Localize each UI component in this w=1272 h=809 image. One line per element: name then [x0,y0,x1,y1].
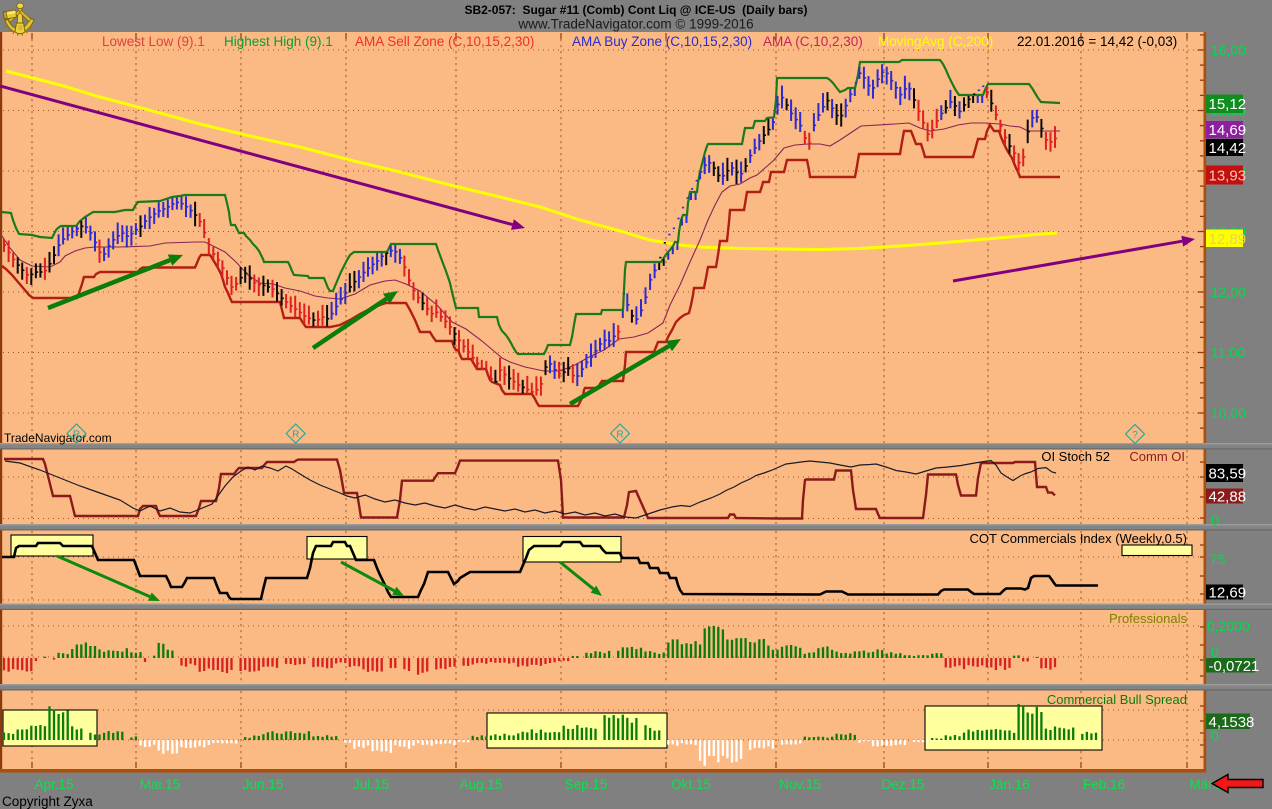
svg-text:22.01.2016 = 14,42 (-0,03): 22.01.2016 = 14,42 (-0,03) [1017,34,1177,49]
svg-text:Jän.16: Jän.16 [989,777,1030,792]
svg-text:16,00: 16,00 [1211,42,1246,58]
svg-text:Jul.15: Jul.15 [353,777,389,792]
svg-text:SB2-057: Sugar #11 (Comb) Con: SB2-057: Sugar #11 (Comb) Cont Liq @ ICE… [464,3,807,17]
svg-text:R: R [292,430,299,441]
svg-text:Okt.15: Okt.15 [671,777,711,792]
svg-text:MovingAvg (C,200): MovingAvg (C,200) [878,34,993,49]
svg-text:12,00: 12,00 [1211,284,1246,300]
svg-text:Copyright Zyxa: Copyright Zyxa [2,794,93,809]
svg-text:Lowest Low (9).1: Lowest Low (9).1 [102,34,205,49]
svg-text:13,93: 13,93 [1209,168,1247,185]
svg-text:75: 75 [1210,551,1226,567]
svg-text:83,59: 83,59 [1209,466,1247,483]
svg-text:?: ? [1132,430,1138,441]
svg-text:Highest High (9).1: Highest High (9).1 [224,34,333,49]
svg-text:Nov.15: Nov.15 [779,777,821,792]
svg-text:11,00: 11,00 [1211,345,1245,361]
svg-text:10,00: 10,00 [1211,405,1246,421]
svg-text:14,42: 14,42 [1209,140,1247,157]
svg-text:R: R [73,430,80,441]
svg-text:AMA (C,10,2,30): AMA (C,10,2,30) [763,34,863,49]
svg-text:Commercial Bull Spread: Commercial Bull Spread [1047,692,1187,707]
svg-text:Aug.15: Aug.15 [460,777,503,792]
svg-text:COT Commercials Index (Weekly,: COT Commercials Index (Weekly,0.5) [970,531,1187,546]
svg-text:AMA Sell Zone (C,10,15,2,30): AMA Sell Zone (C,10,15,2,30) [355,34,534,49]
svg-text:Feb.16: Feb.16 [1083,777,1125,792]
svg-text:Sep.15: Sep.15 [565,777,608,792]
svg-text:15,12: 15,12 [1209,96,1247,113]
svg-text:0: 0 [1211,727,1219,743]
svg-text:Apr.15: Apr.15 [34,777,73,792]
svg-text:AMA Buy Zone (C,10,15,2,30): AMA Buy Zone (C,10,15,2,30) [572,34,752,49]
svg-text:12,69: 12,69 [1209,585,1247,602]
svg-text:Mai.15: Mai.15 [140,777,181,792]
svg-text:0: 0 [1211,512,1219,529]
svg-text:14,69: 14,69 [1209,122,1247,139]
svg-text:Jun.15: Jun.15 [243,777,284,792]
svg-text:OI Stoch 52: OI Stoch 52 [1041,449,1110,464]
svg-text:Professionals: Professionals [1109,611,1188,626]
svg-text:-0,0721: -0,0721 [1209,658,1260,675]
svg-text:Dez.15: Dez.15 [882,777,925,792]
svg-text:TradeNavigator.com: TradeNavigator.com [4,431,112,445]
svg-text:Comm OI: Comm OI [1129,449,1185,464]
svg-text:42,88: 42,88 [1209,489,1247,506]
svg-text:0,2000: 0,2000 [1207,618,1250,634]
svg-text:R: R [616,430,623,441]
svg-text:12,89: 12,89 [1209,231,1247,248]
svg-text:www.TradeNavigator.com © 1999-: www.TradeNavigator.com © 1999-2016 [517,17,753,32]
